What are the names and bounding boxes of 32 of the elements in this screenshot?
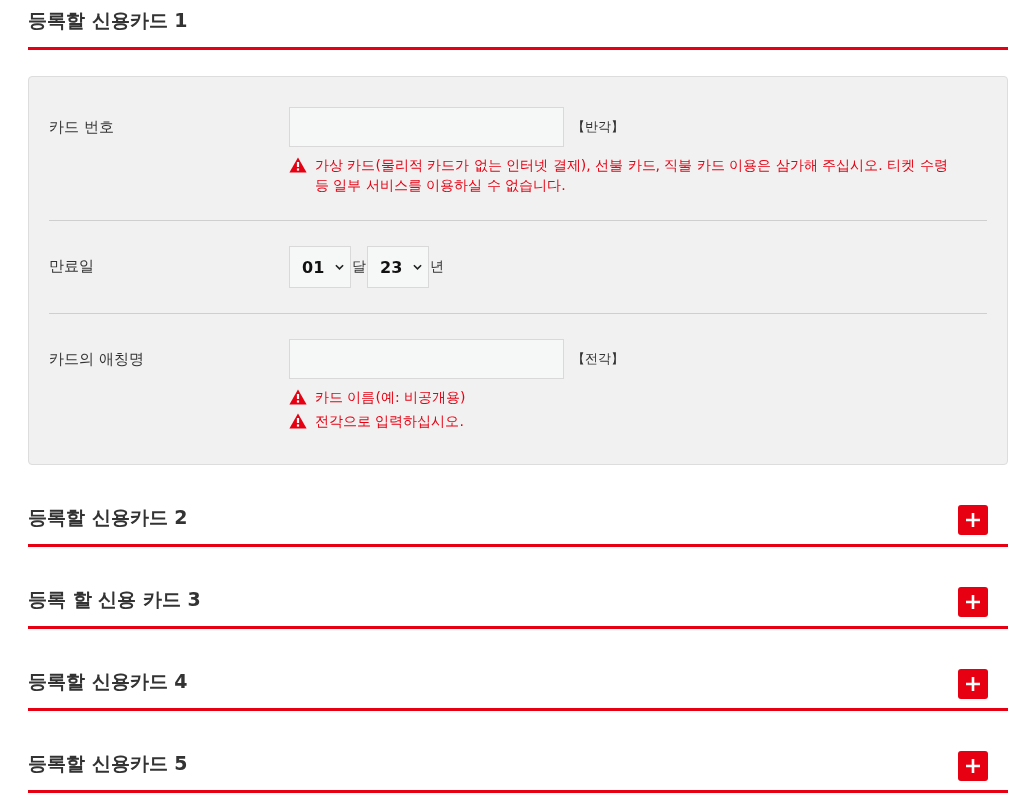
field-label: 만료일 xyxy=(49,256,95,277)
field-label: 카드 번호 xyxy=(49,117,115,138)
section-title: 등록할 신용카드 1 xyxy=(28,8,188,33)
warning-text: 가상 카드(물리적 카드가 없는 인터넷 결제), 선불 카드, 직불 카드 이용은 삼가해 주십시오. 티켓 수령 등 일부 서비스를 이용하실 수 없습니다. xyxy=(315,156,949,195)
expand-button[interactable] xyxy=(958,587,988,617)
text-input[interactable] xyxy=(289,107,564,147)
input-hint: 【전각】 xyxy=(572,350,624,368)
text-input[interactable] xyxy=(289,339,564,379)
dropdown-select[interactable]: 23 xyxy=(367,246,429,288)
plus-icon xyxy=(966,595,980,609)
section-title: 등록할 신용카드 5 xyxy=(28,751,188,776)
warning-text: 카드 이름(예: 비공개용) xyxy=(315,388,466,407)
input-hint: 【반각】 xyxy=(572,118,624,136)
expand-button[interactable] xyxy=(958,751,988,781)
unit-label: 년 xyxy=(430,258,445,276)
plus-icon xyxy=(966,513,980,527)
chevron-icon xyxy=(335,264,344,270)
section-title: 등록할 신용카드 2 xyxy=(28,505,188,530)
warning-icon xyxy=(289,413,307,429)
section-title: 등록 할 신용 카드 3 xyxy=(28,587,201,612)
dropdown-select[interactable]: 01 xyxy=(289,246,351,288)
warning-icon xyxy=(289,389,307,405)
expand-button[interactable] xyxy=(958,669,988,699)
unit-label: 달 xyxy=(352,258,367,276)
chevron-icon xyxy=(413,264,422,270)
plus-icon xyxy=(966,759,980,773)
plus-icon xyxy=(966,677,980,691)
section-title: 등록할 신용카드 4 xyxy=(28,669,188,694)
warning-icon xyxy=(289,157,307,173)
expand-button[interactable] xyxy=(958,505,988,535)
warning-text: 전각으로 입력하십시오. xyxy=(315,412,464,431)
field-label: 카드의 애칭명 xyxy=(49,349,145,370)
